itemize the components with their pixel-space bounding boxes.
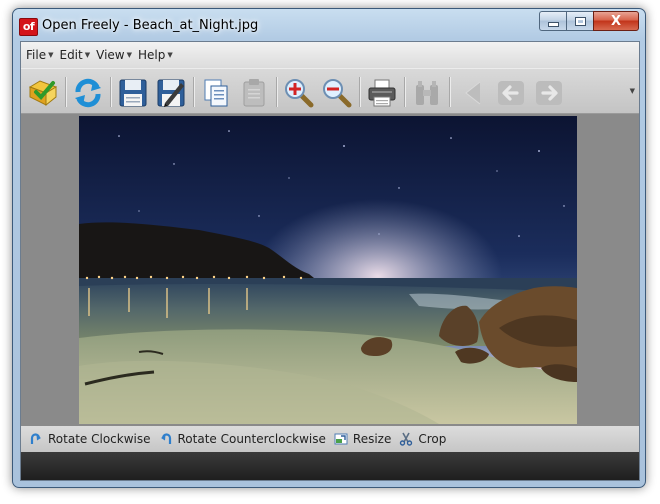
rotate-clockwise-button[interactable]: Rotate Clockwise xyxy=(29,432,151,446)
save-as-icon xyxy=(157,79,185,107)
app-logo-icon[interactable]: of xyxy=(19,18,38,36)
copy-button[interactable] xyxy=(200,77,232,109)
title-bar[interactable]: of Open Freely - Beach_at_Night.jpg X xyxy=(13,9,645,41)
save-button[interactable] xyxy=(117,77,149,109)
menu-file[interactable]: File ▼ xyxy=(26,48,53,62)
minimize-icon xyxy=(547,22,559,27)
app-window: of Open Freely - Beach_at_Night.jpg X Fi… xyxy=(12,8,646,488)
maximize-button[interactable] xyxy=(566,11,593,31)
toolbar-separator xyxy=(65,77,67,107)
toolbar-overflow-icon[interactable]: ▼ xyxy=(630,87,635,95)
resize-icon xyxy=(334,433,348,445)
action-bar: Rotate Clockwise Rotate Counterclockwise… xyxy=(21,426,639,452)
save-as-button[interactable] xyxy=(155,77,187,109)
open-button[interactable] xyxy=(27,77,59,109)
maximize-icon xyxy=(574,16,586,26)
chevron-down-icon: ▼ xyxy=(167,51,173,59)
toolbar-separator xyxy=(276,77,278,107)
rotate-counterclockwise-label: Rotate Counterclockwise xyxy=(177,432,326,446)
rotate-counterclockwise-button[interactable]: Rotate Counterclockwise xyxy=(159,432,326,446)
close-icon: X xyxy=(610,13,622,29)
menu-file-label: File xyxy=(26,48,47,62)
menu-edit[interactable]: Edit ▼ xyxy=(59,48,90,62)
crop-label: Crop xyxy=(418,432,447,446)
rotate-clockwise-icon xyxy=(30,433,41,444)
chevron-down-icon: ▼ xyxy=(126,51,132,59)
menu-help-label: Help xyxy=(138,48,166,62)
rotate-counterclockwise-icon xyxy=(160,433,171,444)
toolbar-separator xyxy=(193,77,195,107)
first-icon xyxy=(465,81,481,105)
status-bar xyxy=(21,452,639,480)
paste-icon xyxy=(243,79,265,107)
chevron-down-icon: ▼ xyxy=(48,51,54,59)
crop-button[interactable]: Crop xyxy=(399,432,446,446)
zoom-out-icon xyxy=(323,79,352,108)
menu-bar: File ▼ Edit ▼ View ▼ Help ▼ xyxy=(21,42,639,68)
toolbar-separator xyxy=(404,77,406,107)
refresh-icon xyxy=(75,78,101,108)
image-canvas[interactable] xyxy=(21,114,639,426)
save-icon xyxy=(119,79,147,107)
open-folder-icon xyxy=(28,80,58,107)
next-icon xyxy=(536,81,562,105)
rotate-clockwise-label: Rotate Clockwise xyxy=(48,432,151,446)
client-area: File ▼ Edit ▼ View ▼ Help ▼ ▼ Rotate Clo… xyxy=(20,41,640,481)
menu-view-label: View xyxy=(96,48,125,62)
minimize-button[interactable] xyxy=(539,11,566,31)
previous-button[interactable] xyxy=(495,77,527,109)
close-button[interactable]: X xyxy=(593,11,639,31)
menu-edit-label: Edit xyxy=(59,48,83,62)
first-button[interactable] xyxy=(458,77,490,109)
resize-button[interactable]: Resize xyxy=(334,432,391,446)
binoculars-icon xyxy=(416,81,438,105)
find-button[interactable] xyxy=(411,77,443,109)
crop-icon xyxy=(400,432,413,446)
toolbar: ▼ xyxy=(21,68,639,114)
zoom-in-button[interactable] xyxy=(283,77,315,109)
print-icon xyxy=(368,79,396,107)
menu-view[interactable]: View ▼ xyxy=(96,48,132,62)
photo-beach-at-night xyxy=(79,116,577,424)
menu-help[interactable]: Help ▼ xyxy=(138,48,173,62)
refresh-button[interactable] xyxy=(72,77,104,109)
previous-icon xyxy=(498,81,524,105)
print-button[interactable] xyxy=(366,77,398,109)
paste-button[interactable] xyxy=(238,77,270,109)
toolbar-separator xyxy=(359,77,361,107)
toolbar-separator xyxy=(449,77,451,107)
zoom-in-icon xyxy=(285,79,314,108)
window-controls: X xyxy=(539,11,639,31)
resize-label: Resize xyxy=(352,432,392,446)
zoom-out-button[interactable] xyxy=(321,77,353,109)
copy-icon xyxy=(204,79,228,107)
chevron-down-icon: ▼ xyxy=(84,51,91,59)
next-button[interactable] xyxy=(533,77,565,109)
window-title: Open Freely - Beach_at_Night.jpg xyxy=(42,18,259,33)
toolbar-separator xyxy=(110,77,112,107)
